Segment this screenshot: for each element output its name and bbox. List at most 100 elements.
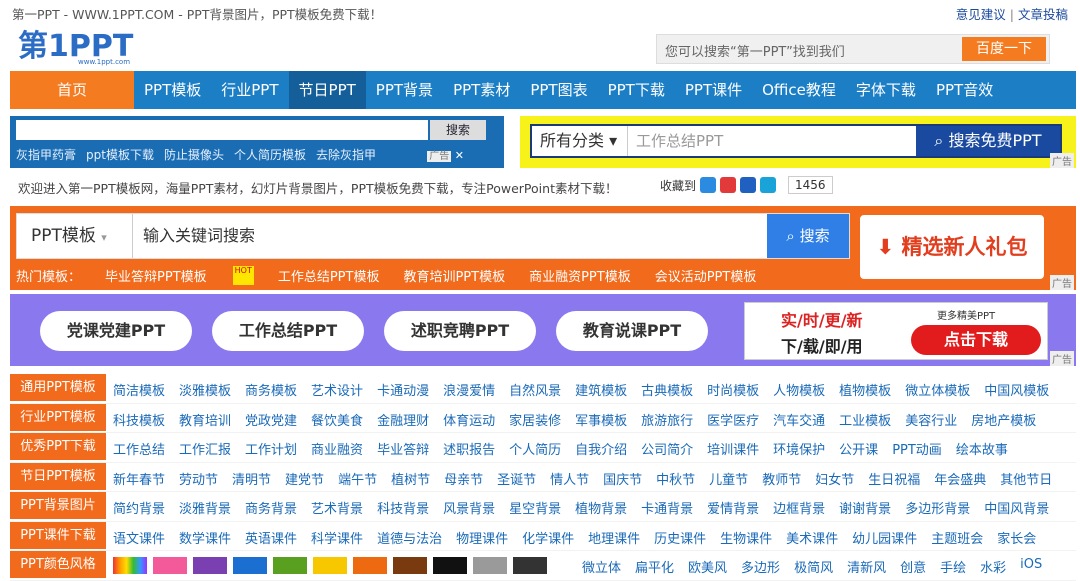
category-link[interactable]: 极简风 <box>794 557 833 576</box>
category-link[interactable]: 物理课件 <box>456 528 508 547</box>
nav-home[interactable]: 首页 <box>10 71 134 109</box>
color-swatch[interactable] <box>233 557 267 574</box>
category-link[interactable]: 端午节 <box>338 469 377 488</box>
category-link[interactable]: 中国风背景 <box>984 498 1049 517</box>
category-link[interactable]: 地理课件 <box>588 528 640 547</box>
category-link[interactable]: 工作总结 <box>113 439 165 458</box>
category-link[interactable]: 化学课件 <box>522 528 574 547</box>
category-link[interactable]: PPT动画 <box>892 439 942 458</box>
category-link[interactable]: 培训课件 <box>707 439 759 458</box>
category-link[interactable]: 工业模板 <box>839 410 891 429</box>
main-search-input[interactable]: 输入关键词搜索 <box>143 214 255 258</box>
category-link[interactable]: 妇女节 <box>815 469 854 488</box>
ad-search-input[interactable] <box>16 120 428 140</box>
category-link[interactable]: 建党节 <box>285 469 324 488</box>
category-link[interactable]: 植树节 <box>391 469 430 488</box>
category-link[interactable]: 家居装修 <box>509 410 561 429</box>
ad-link[interactable]: ppt模板下载 <box>86 146 154 163</box>
color-swatch[interactable] <box>393 557 427 574</box>
category-link[interactable]: 谢谢背景 <box>839 498 891 517</box>
ad-link[interactable]: 去除灰指甲 <box>316 146 376 163</box>
category-link[interactable]: 卡通背景 <box>641 498 693 517</box>
ad-link[interactable]: 防止摄像头 <box>164 146 224 163</box>
color-swatch[interactable] <box>513 557 547 574</box>
category-link[interactable]: 星空背景 <box>509 498 561 517</box>
ad-free-search-button[interactable]: ⌕ 搜索免费PPT <box>916 126 1060 156</box>
category-link[interactable]: 自然风景 <box>509 380 561 399</box>
category-link[interactable]: 中秋节 <box>656 469 695 488</box>
category-link[interactable]: 扁平化 <box>635 557 674 576</box>
category-link[interactable]: 金融理财 <box>377 410 429 429</box>
category-link[interactable]: 儿童节 <box>709 469 748 488</box>
category-link[interactable]: 其他节日 <box>1000 469 1052 488</box>
category-link[interactable]: 汽车交通 <box>773 410 825 429</box>
category-link[interactable]: 淡雅背景 <box>179 498 231 517</box>
nav-item[interactable]: PPT背景 <box>366 71 443 109</box>
feedback-link[interactable]: 意见建议 <box>956 7 1006 22</box>
submit-article-link[interactable]: 文章投稿 <box>1018 7 1068 22</box>
category-link[interactable]: 情人节 <box>550 469 589 488</box>
category-link[interactable]: 卡通动漫 <box>377 380 429 399</box>
category-link[interactable]: 绘本故事 <box>956 439 1008 458</box>
category-link[interactable]: 植物模板 <box>839 380 891 399</box>
category-link[interactable]: 主题班会 <box>931 528 983 547</box>
category-link[interactable]: 年会盛典 <box>934 469 986 488</box>
nav-item[interactable]: PPT音效 <box>926 71 1003 109</box>
category-link[interactable]: 中国风模板 <box>984 380 1049 399</box>
color-swatch[interactable] <box>313 557 347 574</box>
color-swatch[interactable] <box>273 557 307 574</box>
category-link[interactable]: 教育培训 <box>179 410 231 429</box>
category-link[interactable]: 淡雅模板 <box>179 380 231 399</box>
category-link[interactable]: 科学课件 <box>311 528 363 547</box>
category-link[interactable]: 水彩 <box>980 557 1006 576</box>
category-link[interactable]: 旅游旅行 <box>641 410 693 429</box>
category-link[interactable]: 公开课 <box>839 439 878 458</box>
color-swatch[interactable] <box>193 557 227 574</box>
category-link[interactable]: 科技背景 <box>377 498 429 517</box>
hot-link[interactable]: 会议活动PPT模板 <box>655 266 757 285</box>
nav-item[interactable]: 行业PPT <box>211 71 288 109</box>
category-link[interactable]: 多边形 <box>741 557 780 576</box>
ad-search-button[interactable]: 搜索 <box>430 120 486 140</box>
category-link[interactable]: 生物课件 <box>720 528 772 547</box>
category-link[interactable]: 历史课件 <box>654 528 706 547</box>
nav-item[interactable]: PPT图表 <box>520 71 597 109</box>
category-link[interactable]: 数学课件 <box>179 528 231 547</box>
category-link[interactable]: 科技模板 <box>113 410 165 429</box>
pill-summary[interactable]: 工作总结PPT <box>212 311 364 351</box>
category-link[interactable]: 房地产模板 <box>971 410 1036 429</box>
category-link[interactable]: 商务背景 <box>245 498 297 517</box>
nav-item[interactable]: PPT模板 <box>134 71 211 109</box>
category-link[interactable]: 述职报告 <box>443 439 495 458</box>
ad-link[interactable]: 灰指甲药膏 <box>16 146 76 163</box>
category-label[interactable]: PPT背景图片 <box>10 492 106 519</box>
category-label[interactable]: 节日PPT模板 <box>10 462 106 490</box>
click-download-button[interactable]: 点击下载 <box>911 325 1041 355</box>
color-swatch[interactable] <box>153 557 187 574</box>
category-link[interactable]: 圣诞节 <box>497 469 536 488</box>
pill-report[interactable]: 述职竞聘PPT <box>384 311 536 351</box>
category-link[interactable]: 微立体 <box>582 557 621 576</box>
category-link[interactable]: 清明节 <box>232 469 271 488</box>
color-swatch[interactable] <box>353 557 387 574</box>
category-link[interactable]: 欧美风 <box>688 557 727 576</box>
category-link[interactable]: 手绘 <box>940 557 966 576</box>
category-link[interactable]: 新年春节 <box>113 469 165 488</box>
ad-close-icon[interactable]: 广告 ✕ <box>427 147 464 162</box>
category-link[interactable]: 英语课件 <box>245 528 297 547</box>
main-category-select[interactable]: PPT模板 ▾ <box>17 214 133 258</box>
category-link[interactable]: 美术课件 <box>786 528 838 547</box>
category-link[interactable]: 商务模板 <box>245 380 297 399</box>
category-link[interactable]: 艺术背景 <box>311 498 363 517</box>
category-link[interactable]: 医学医疗 <box>707 410 759 429</box>
category-link[interactable]: 体育运动 <box>443 410 495 429</box>
category-link[interactable]: 边框背景 <box>773 498 825 517</box>
category-link[interactable]: 艺术设计 <box>311 380 363 399</box>
category-link[interactable]: 道德与法治 <box>377 528 442 547</box>
category-link[interactable]: 个人简历 <box>509 439 561 458</box>
category-link[interactable]: 美容行业 <box>905 410 957 429</box>
nav-item[interactable]: PPT下载 <box>598 71 675 109</box>
pill-party[interactable]: 党课党建PPT <box>40 311 192 351</box>
favorite-icon[interactable] <box>720 177 737 193</box>
site-logo[interactable]: 第1PPT www.1ppt.com <box>18 26 178 66</box>
